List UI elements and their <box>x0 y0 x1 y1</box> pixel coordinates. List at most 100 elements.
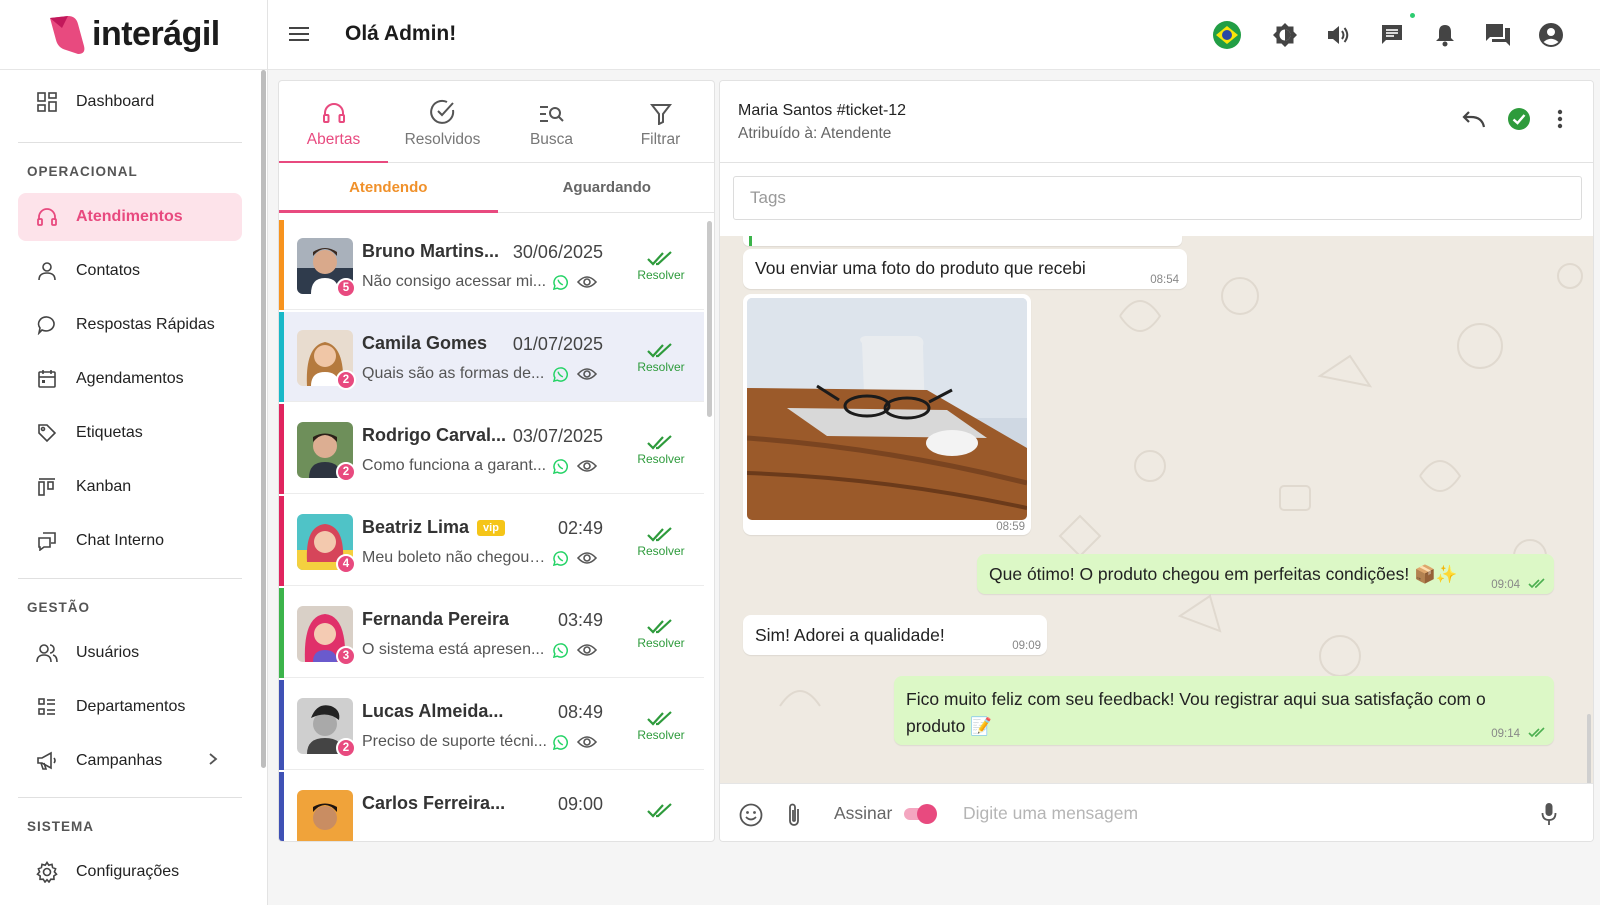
sign-label: Assinar <box>834 803 893 823</box>
undo-icon[interactable] <box>1462 111 1486 129</box>
users-icon <box>36 642 58 664</box>
microphone-icon[interactable] <box>1541 802 1557 826</box>
sidebar-item-dashboard[interactable]: Dashboard <box>18 78 242 126</box>
ticket-name-text: Beatriz Lima <box>362 517 470 537</box>
sidebar-item-label: Configurações <box>76 863 180 880</box>
sign-toggle[interactable] <box>904 804 937 824</box>
resolve-label: Resolver <box>637 544 685 558</box>
whatsapp-icon <box>553 459 568 474</box>
ticket-item[interactable]: 2 Rodrigo Carval... 03/07/2025 Como func… <box>279 404 704 494</box>
messages-area: Vou enviar uma foto do produto que receb… <box>720 236 1593 783</box>
sidebar-item-label: Contatos <box>76 262 141 279</box>
sidebar-item-configuracoes[interactable]: Configurações <box>18 848 242 896</box>
message-text: Que ótimo! O produto chegou em perfeitas… <box>989 564 1458 584</box>
double-check-icon <box>647 342 675 360</box>
tickets-scrollbar[interactable] <box>707 221 712 417</box>
ticket-status-bar <box>279 312 284 402</box>
message-bubble-incoming[interactable]: Sim! Adorei a qualidade! 09:09 <box>743 615 1047 655</box>
ticket-item[interactable]: 4 Beatriz Lima vip 02:49 Meu boleto não c… <box>279 496 704 586</box>
eye-icon[interactable] <box>577 275 597 289</box>
ticket-item[interactable]: 2 Lucas Almeida... 08:49 Preciso de supo… <box>279 680 704 770</box>
account-icon[interactable] <box>1537 21 1565 49</box>
resolve-button[interactable]: Resolver <box>631 526 691 558</box>
ticket-item[interactable]: 2 Camila Gomes 01/07/2025 Quais são as f… <box>279 312 704 402</box>
eye-icon[interactable] <box>577 643 597 657</box>
brazil-flag-icon[interactable] <box>1213 21 1241 49</box>
eye-icon[interactable] <box>577 459 597 473</box>
message-bubble-incoming[interactable]: Vou enviar uma foto do produto que receb… <box>743 249 1187 289</box>
tab-resolvidos[interactable]: Resolvidos <box>388 81 497 163</box>
sidebar-item-usuarios[interactable]: Usuários <box>18 629 242 677</box>
filter-icon <box>649 95 672 125</box>
sidebar-item-departamentos[interactable]: Departamentos <box>18 683 242 731</box>
attach-icon[interactable] <box>786 802 802 828</box>
eye-icon[interactable] <box>577 367 597 381</box>
tags-input[interactable]: Tags <box>733 176 1582 220</box>
sidebar-item-label: Etiquetas <box>76 424 143 441</box>
forum-icon[interactable] <box>1484 21 1512 49</box>
brightness-icon[interactable] <box>1271 21 1299 49</box>
message-bubble-outgoing[interactable]: Fico muito feliz com seu feedback! Vou r… <box>894 676 1554 745</box>
sidebar-item-etiquetas[interactable]: Etiquetas <box>18 409 242 457</box>
ticket-last-message: Como funciona a garant... <box>362 457 547 474</box>
double-check-icon <box>1528 578 1548 590</box>
chat-message-icon[interactable] <box>1378 21 1406 49</box>
ticket-date: 03/07/2025 <box>512 426 603 446</box>
resolve-button[interactable]: Resolver <box>631 342 691 374</box>
eye-icon[interactable] <box>577 735 597 749</box>
ticket-date: 30/06/2025 <box>512 242 603 262</box>
user-icon <box>36 260 58 282</box>
unread-count-badge: 3 <box>336 646 356 666</box>
whatsapp-icon <box>553 367 568 382</box>
eye-icon[interactable] <box>577 551 597 565</box>
subtab-atendendo[interactable]: Atendendo <box>279 163 498 213</box>
message-image-incoming[interactable]: 08:59 <box>743 294 1031 535</box>
sidebar-item-respostas-rapidas[interactable]: Respostas Rápidas <box>18 301 242 349</box>
sidebar-item-kanban[interactable]: Kanban <box>18 463 242 511</box>
emoji-icon[interactable] <box>739 803 763 827</box>
resolve-button[interactable]: Resolver <box>631 434 691 466</box>
sidebar-item-label: Respostas Rápidas <box>76 316 215 333</box>
section-sistema: SISTEMA <box>27 819 95 834</box>
message-bubble-outgoing[interactable]: Que ótimo! O produto chegou em perfeitas… <box>977 554 1554 594</box>
chat-contact-title[interactable]: Maria Santos #ticket-12 <box>738 102 906 120</box>
volume-icon[interactable] <box>1324 21 1352 49</box>
subtab-aguardando[interactable]: Aguardando <box>498 163 715 212</box>
resolve-label: Resolver <box>637 636 685 650</box>
tickets-list: 5 Bruno Martins... 30/06/2025 Não consig… <box>279 220 704 841</box>
resolve-button[interactable]: Resolver <box>631 618 691 650</box>
message-time: 09:09 <box>1012 640 1041 652</box>
ticket-name: Camila Gomes <box>362 333 488 353</box>
whatsapp-icon <box>553 735 568 750</box>
resolve-check-icon[interactable] <box>1507 107 1531 131</box>
ticket-item[interactable]: Carlos Ferreira... 09:00 <box>279 772 704 841</box>
resolve-button[interactable]: Resolver <box>631 710 691 742</box>
resolve-button[interactable] <box>631 802 691 820</box>
hamburger-menu-icon[interactable] <box>288 23 310 45</box>
messages-scrollbar[interactable] <box>1587 714 1591 783</box>
dashboard-icon <box>36 91 58 113</box>
kanban-icon <box>36 476 58 498</box>
sidebar-item-atendimentos[interactable]: Atendimentos <box>18 193 242 241</box>
ticket-status-bar <box>279 588 284 678</box>
sidebar-divider <box>18 142 242 143</box>
bell-icon[interactable] <box>1431 21 1459 49</box>
sidebar-item-agendamentos[interactable]: Agendamentos <box>18 355 242 403</box>
resolve-label: Resolver <box>637 728 685 742</box>
sidebar-item-chat-interno[interactable]: Chat Interno <box>18 517 242 565</box>
message-input[interactable]: Digite uma mensagem <box>963 803 1138 824</box>
resolve-button[interactable]: Resolver <box>631 250 691 282</box>
ticket-item[interactable]: 3 Fernanda Pereira 03:49 O sistema está … <box>279 588 704 678</box>
sidebar-item-contatos[interactable]: Contatos <box>18 247 242 295</box>
brand-logo[interactable]: interágil <box>0 0 267 70</box>
tab-filtrar[interactable]: Filtrar <box>606 81 714 163</box>
vip-badge: vip <box>477 520 505 537</box>
sidebar-item-campanhas[interactable]: Campanhas <box>18 737 242 785</box>
ticket-name: Lucas Almeida... <box>362 701 504 721</box>
tab-busca[interactable]: Busca <box>497 81 606 163</box>
more-vert-icon[interactable] <box>1557 109 1563 129</box>
chat-interno-icon <box>36 530 58 552</box>
sidebar-scrollbar[interactable] <box>261 70 266 768</box>
tab-abertas[interactable]: Abertas <box>279 81 388 163</box>
ticket-item[interactable]: 5 Bruno Martins... 30/06/2025 Não consig… <box>279 220 704 310</box>
